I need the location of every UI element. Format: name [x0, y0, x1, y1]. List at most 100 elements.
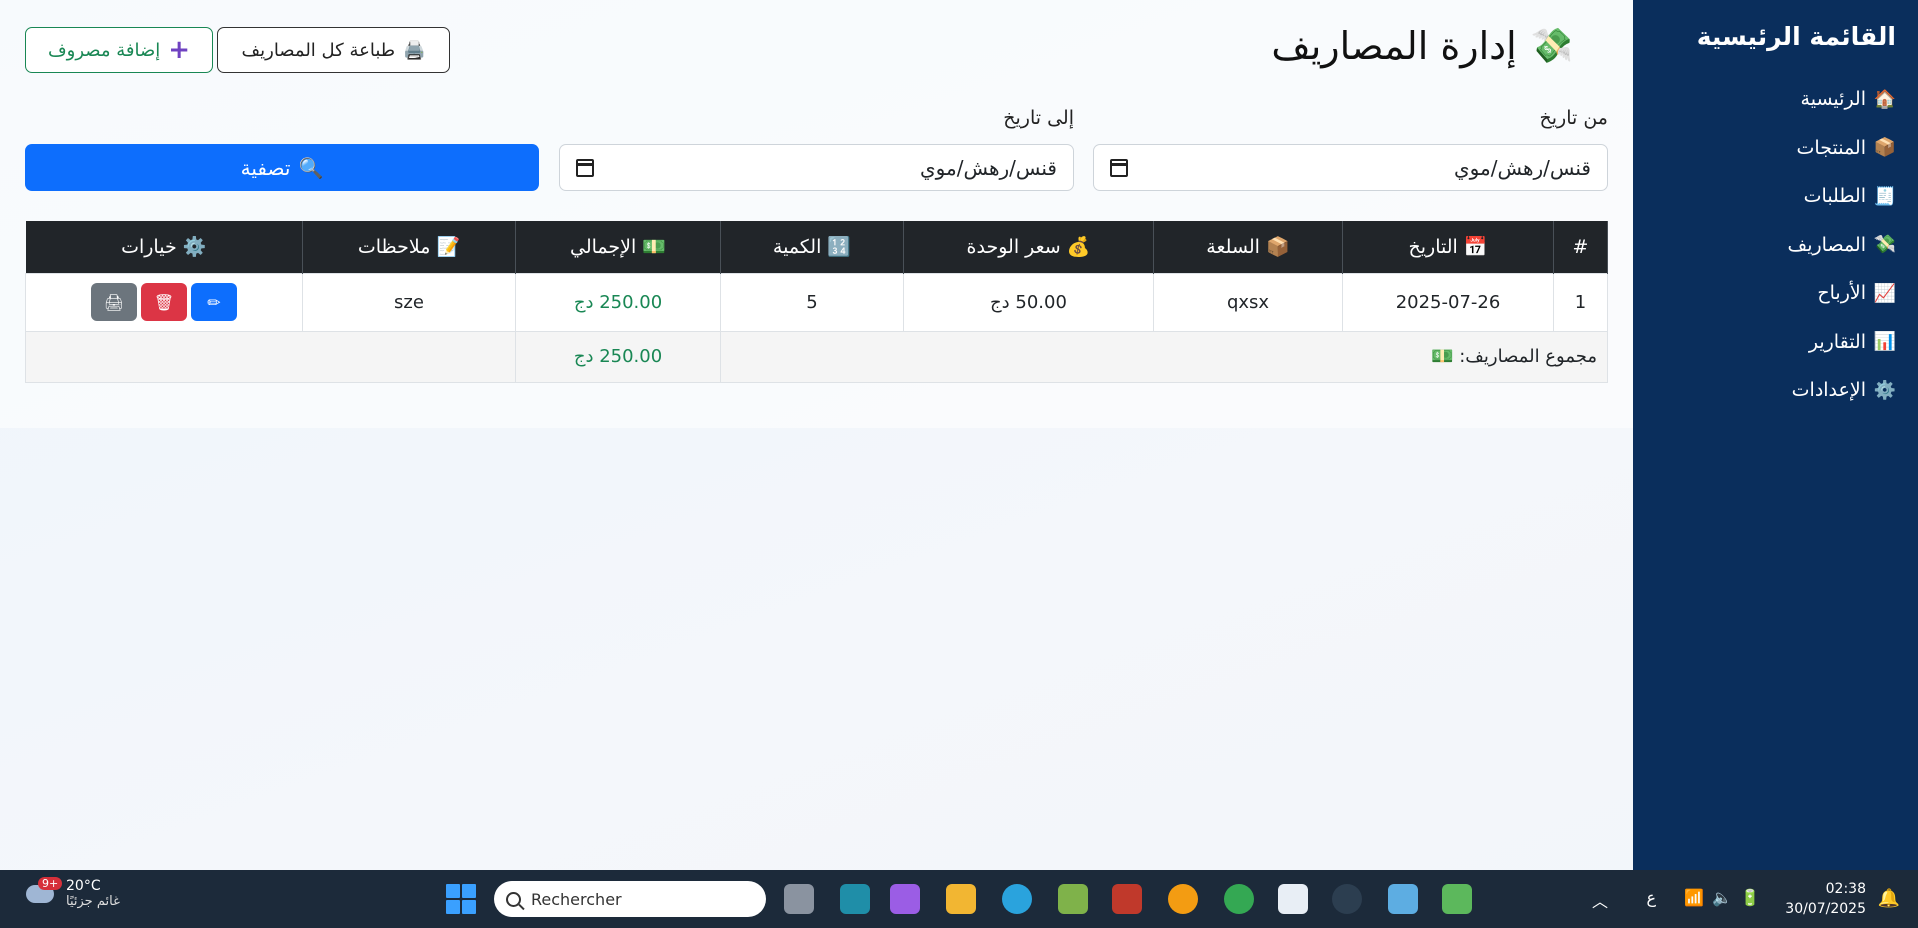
app-icon[interactable] — [840, 884, 870, 914]
memo-icon: 📝 — [436, 236, 461, 259]
total-label: مجموع المصاريف: — [1459, 346, 1597, 367]
sidebar-item-label: الأرباح — [1817, 282, 1866, 305]
cell-actions: 🖨 🗑 ✏ — [25, 272, 303, 332]
app-icon[interactable] — [1112, 884, 1142, 914]
print-row-button[interactable]: 🖨 — [91, 283, 137, 321]
box-icon: 📦 — [1266, 236, 1290, 259]
wifi-icon[interactable]: 📶 — [1684, 888, 1704, 907]
keyboard-app-icon[interactable] — [1388, 884, 1418, 914]
chrome-icon[interactable] — [1224, 884, 1254, 914]
sidebar-item-reports[interactable]: 📊 التقارير — [1633, 318, 1896, 367]
task-view-icon[interactable] — [784, 884, 814, 914]
delete-button[interactable]: 🗑 — [141, 283, 187, 321]
col-notes: 📝 ملاحظات — [302, 221, 516, 273]
cell-item: qxsx — [1153, 272, 1343, 332]
app-icon[interactable] — [1442, 884, 1472, 914]
volume-icon[interactable]: 🔈 — [1712, 888, 1732, 907]
speedometer-icon[interactable] — [1332, 884, 1362, 914]
receipt-icon: 🧾 — [1873, 185, 1896, 207]
sidebar-item-settings[interactable]: ⚙️ الإعدادات — [1633, 366, 1896, 415]
cell-notes: sze — [302, 272, 516, 332]
col-options: ⚙️ خيارات — [25, 221, 303, 273]
print-all-label: طباعة كل المصاريف — [241, 39, 396, 61]
col-unit-price-label: سعر الوحدة — [966, 236, 1061, 259]
windows-start-icon[interactable] — [446, 884, 476, 914]
search-app-icon[interactable] — [1168, 884, 1198, 914]
col-total-label: الإجمالي — [570, 236, 637, 259]
calendar-icon[interactable] — [576, 158, 594, 177]
add-expense-label: إضافة مصروف — [47, 39, 161, 61]
from-date-label: من تاريخ — [1539, 107, 1609, 129]
table-row: 1 2025-07-26 qxsx 50.00 دج 5 250.00 دج s… — [25, 272, 1608, 332]
clock-time: 02:38 — [1825, 881, 1866, 897]
col-number-label: # — [1572, 235, 1589, 258]
filter-button[interactable]: 🔍 تصفية — [25, 144, 539, 191]
cloud-sun-icon: 9+ — [22, 876, 63, 909]
snipping-tool-icon[interactable] — [1278, 884, 1308, 914]
app-icon[interactable] — [1058, 884, 1088, 914]
language-indicator[interactable]: ع — [1646, 888, 1656, 907]
taskbar: 9+ 20°C غائم جزئيًا Rechercher ︿ ع 📶 🔈 🔋… — [0, 870, 1918, 928]
sidebar-item-profits[interactable]: 📈 الأرباح — [1633, 269, 1896, 318]
battery-icon[interactable]: 🔋 — [1740, 888, 1760, 907]
sidebar-item-orders[interactable]: 🧾 الطلبات — [1633, 172, 1896, 221]
to-date-input[interactable]: قنس/رهش/موي — [559, 144, 1074, 191]
weather-widget[interactable]: 9+ 20°C غائم جزئيًا — [22, 876, 120, 909]
bell-icon[interactable]: 🔔 — [1878, 888, 1900, 909]
sidebar-item-home[interactable]: 🏠 الرئيسية — [1633, 75, 1896, 124]
col-item-label: السلعة — [1206, 236, 1260, 259]
banknote-icon: 💵 — [1431, 346, 1454, 367]
col-date-label: التاريخ — [1408, 236, 1458, 259]
temperature: 20°C — [66, 878, 101, 894]
search-placeholder: Rechercher — [531, 889, 622, 909]
col-item: 📦 السلعة — [1153, 221, 1343, 273]
telegram-icon[interactable] — [1002, 884, 1032, 914]
weather-text: غائم جزئيًا — [66, 894, 120, 909]
table-header-row: # 📅 التاريخ 📦 السلعة 💰 سعر الوحدة 🔢 الكم… — [25, 221, 1608, 273]
copilot-icon[interactable] — [890, 884, 920, 914]
calendar-icon: 📅 — [1463, 236, 1488, 259]
sidebar-title: القائمة الرئيسية — [1696, 22, 1896, 51]
file-explorer-icon[interactable] — [946, 884, 976, 914]
sidebar: القائمة الرئيسية 🏠 الرئيسية 📦 المنتجات 🧾… — [1633, 0, 1918, 870]
page-title: 💸 إدارة المصاريف — [1271, 24, 1573, 68]
cell-quantity: 5 — [720, 272, 904, 332]
bar-chart-icon: 📊 — [1873, 331, 1896, 353]
chart-up-icon: 📈 — [1873, 282, 1896, 304]
sidebar-item-label: الإعدادات — [1791, 379, 1866, 402]
cell-date: 2025-07-26 — [1342, 272, 1554, 332]
numbers-icon: 🔢 — [827, 236, 852, 259]
gear-icon: ⚙️ — [182, 236, 207, 259]
edit-button[interactable]: ✏ — [191, 283, 237, 321]
expenses-table: # 📅 التاريخ 📦 السلعة 💰 سعر الوحدة 🔢 الكم… — [25, 221, 1608, 383]
total-label-cell: مجموع المصاريف: 💵 — [720, 330, 1608, 383]
sidebar-item-products[interactable]: 📦 المنتجات — [1633, 124, 1896, 173]
plus-icon: + — [168, 35, 191, 65]
to-date-label: إلى تاريخ — [1003, 107, 1074, 129]
add-expense-button[interactable]: + إضافة مصروف — [25, 27, 213, 73]
money-icon: 💸 — [1873, 234, 1896, 256]
sidebar-item-label: المصاريف — [1787, 233, 1866, 256]
filter-label: تصفية — [240, 155, 291, 180]
print-all-button[interactable]: 🖨️ طباعة كل المصاريف — [217, 27, 450, 73]
expenses-card: 💸 إدارة المصاريف 🖨️ طباعة كل المصاريف + … — [0, 0, 1633, 428]
total-empty-cell — [25, 330, 516, 383]
total-row: مجموع المصاريف: 💵 250.00 دج — [25, 330, 1608, 383]
col-number: # — [1553, 221, 1608, 273]
weather-badge: 9+ — [38, 876, 63, 890]
sidebar-item-expenses[interactable]: 💸 المصاريف — [1633, 221, 1896, 270]
money-icon: 💸 — [1530, 26, 1573, 66]
from-date-value: قنس/رهش/موي — [1454, 155, 1591, 180]
chevron-up-icon[interactable]: ︿ — [1592, 888, 1608, 912]
calendar-icon[interactable] — [1110, 158, 1128, 177]
col-unit-price: 💰 سعر الوحدة — [903, 221, 1154, 273]
cell-unit-price: 50.00 دج — [903, 272, 1154, 332]
box-icon: 📦 — [1873, 137, 1896, 159]
clock[interactable]: 02:38 30/07/2025 — [1785, 879, 1866, 919]
taskbar-search[interactable]: Rechercher — [494, 881, 766, 917]
clock-date: 30/07/2025 — [1785, 901, 1866, 917]
col-quantity: 🔢 الكمية — [720, 221, 904, 273]
from-date-input[interactable]: قنس/رهش/موي — [1093, 144, 1608, 191]
to-date-value: قنس/رهش/موي — [920, 155, 1057, 180]
col-quantity-label: الكمية — [772, 236, 822, 259]
